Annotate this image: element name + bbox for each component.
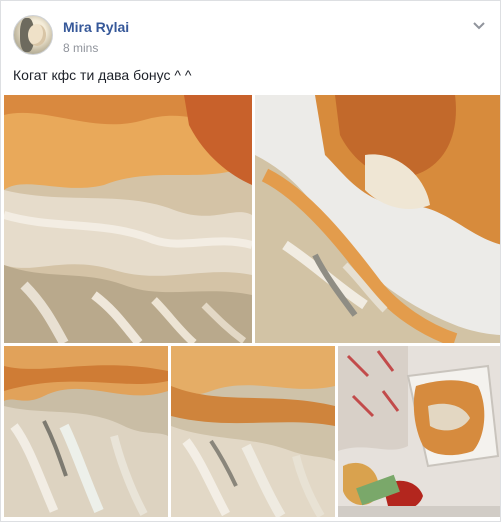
author-name-link[interactable]: Mira Rylai [63, 19, 129, 35]
photo-4-image [171, 346, 335, 517]
feed-post: Mira Rylai 8 mins Когат кфс ти дава бону… [0, 0, 501, 522]
photo-grid [1, 95, 500, 521]
photo-4[interactable] [171, 346, 335, 517]
photo-1[interactable] [4, 95, 252, 343]
photo-3-image [4, 346, 168, 517]
photo-3[interactable] [4, 346, 168, 517]
avatar[interactable] [13, 15, 53, 55]
avatar-face [28, 24, 46, 46]
photo-5[interactable] [338, 346, 500, 517]
chevron-down-icon[interactable] [471, 17, 487, 33]
photo-2-image [255, 95, 500, 343]
photo-1-image [4, 95, 252, 343]
post-timestamp[interactable]: 8 mins [63, 41, 98, 55]
post-caption: Когат кфс ти дава бонус ^ ^ [13, 67, 192, 83]
post-header: Mira Rylai 8 mins [13, 15, 493, 59]
photo-5-image [338, 346, 500, 517]
photo-2[interactable] [255, 95, 500, 343]
